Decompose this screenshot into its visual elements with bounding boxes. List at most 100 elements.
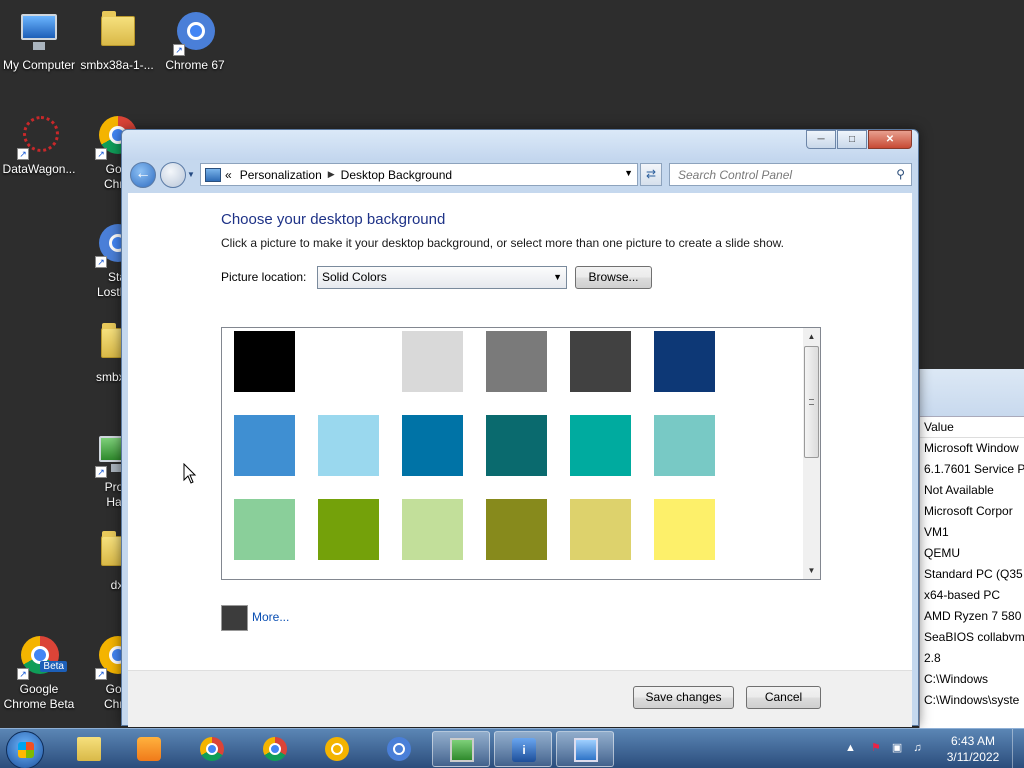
more-colors-link[interactable]: More... — [252, 610, 289, 624]
refresh-button[interactable]: ⇄ — [640, 163, 662, 186]
show-hidden-icons-icon[interactable]: ▲ — [845, 742, 856, 754]
picture-location-select[interactable]: Solid Colors ▼ — [317, 266, 567, 289]
taskbar-chrome[interactable] — [183, 731, 241, 767]
color-swatch[interactable] — [402, 331, 463, 392]
desktop-icon-chrome-beta[interactable]: Beta ↗ Google Chrome Beta — [0, 630, 79, 712]
desktop-icon-label: DataWagon... — [2, 162, 76, 176]
list-item[interactable]: Not Available — [920, 480, 1024, 501]
title-bar[interactable]: ─ □ ✕ — [122, 130, 918, 160]
color-swatch[interactable] — [318, 415, 379, 476]
color-gallery[interactable]: ▲ ▼ — [221, 327, 821, 580]
beta-badge: Beta — [40, 661, 67, 672]
taskbar-system-info[interactable]: i — [494, 731, 552, 767]
taskbar-control-panel[interactable] — [556, 731, 614, 767]
color-swatch[interactable] — [570, 331, 631, 392]
color-swatch[interactable] — [318, 499, 379, 560]
color-swatch[interactable] — [234, 415, 295, 476]
browse-button[interactable]: Browse... — [575, 266, 652, 289]
list-item[interactable]: VM1 — [920, 522, 1024, 543]
recent-pages-dropdown[interactable]: ▼ — [187, 170, 195, 179]
clock-time: 6:43 AM — [950, 734, 996, 748]
address-dropdown-icon[interactable]: ▼ — [624, 168, 633, 178]
clock[interactable]: 6:43 AM 3/11/2022 — [940, 733, 1006, 765]
forward-button[interactable] — [160, 162, 186, 188]
save-changes-button[interactable]: Save changes — [633, 686, 734, 709]
system-tray: ▲ ⚑ ▣ ♫ — [845, 741, 922, 754]
show-desktop-button[interactable] — [1012, 729, 1024, 768]
desktop-icon-label: Chrome 67 — [165, 58, 225, 72]
list-item[interactable]: 6.1.7601 Service P — [920, 459, 1024, 480]
control-panel-icon — [205, 167, 221, 182]
color-swatch[interactable] — [486, 331, 547, 392]
picture-location-value: Solid Colors — [322, 270, 387, 284]
color-swatch[interactable] — [570, 415, 631, 476]
list-item[interactable]: AMD Ryzen 7 580 — [920, 606, 1024, 627]
color-swatch[interactable] — [486, 499, 547, 560]
gallery-scrollbar[interactable]: ▲ ▼ — [803, 328, 820, 579]
taskbar-explorer[interactable] — [60, 731, 118, 767]
taskbar-media-player[interactable] — [120, 731, 178, 767]
volume-icon[interactable]: ♫ — [913, 742, 921, 754]
taskbar-chrome-beta[interactable] — [246, 731, 304, 767]
action-center-icon[interactable]: ⚑ — [871, 742, 881, 754]
color-swatch[interactable] — [402, 499, 463, 560]
search-icon[interactable]: ⚲ — [896, 167, 905, 181]
list-item[interactable]: 2.8 — [920, 648, 1024, 669]
scroll-down-icon[interactable]: ▼ — [803, 562, 820, 579]
dialog-footer: Save changes Cancel — [128, 670, 912, 727]
color-swatch[interactable] — [654, 499, 715, 560]
color-swatch[interactable] — [402, 415, 463, 476]
scroll-up-icon[interactable]: ▲ — [803, 328, 820, 345]
process-hacker-icon — [450, 738, 474, 762]
desktop-icon-chrome-67[interactable]: ↗ Chrome 67 — [155, 6, 235, 73]
back-button[interactable]: ← — [130, 162, 156, 188]
list-item[interactable]: Microsoft Corpor — [920, 501, 1024, 522]
network-icon[interactable]: ▣ — [892, 742, 902, 754]
color-swatch[interactable] — [234, 331, 295, 392]
taskbar-chrome-canary[interactable] — [308, 731, 366, 767]
more-colors-swatch[interactable] — [221, 605, 248, 631]
list-item[interactable]: Microsoft Window — [920, 438, 1024, 459]
scroll-thumb[interactable] — [804, 346, 819, 458]
chrome-beta-icon — [263, 737, 287, 761]
shortcut-arrow-icon: ↗ — [17, 668, 29, 680]
maximize-button[interactable]: □ — [837, 130, 867, 149]
content-pane: Choose your desktop background Click a p… — [128, 193, 912, 727]
info-icon: i — [512, 738, 536, 762]
desktop-icon-datawagon[interactable]: ↗ DataWagon... — [0, 110, 79, 177]
color-swatch[interactable] — [486, 415, 547, 476]
shortcut-arrow-icon: ↗ — [173, 44, 185, 56]
taskbar-chromium[interactable] — [370, 731, 428, 767]
value-column-header[interactable]: Value — [920, 417, 1024, 438]
desktop-icon-my-computer[interactable]: My Computer — [0, 6, 79, 73]
breadcrumb-separator-icon[interactable]: ▶ — [328, 169, 335, 180]
chromium-icon — [387, 737, 411, 761]
list-item[interactable]: x64-based PC — [920, 585, 1024, 606]
cancel-button[interactable]: Cancel — [746, 686, 821, 709]
desktop-icon-label: Google Chrome Beta — [3, 682, 75, 711]
color-swatch[interactable] — [654, 331, 715, 392]
color-swatch[interactable] — [318, 331, 379, 392]
breadcrumb-desktop-background[interactable]: Desktop Background — [341, 168, 452, 182]
taskbar-process-hacker[interactable] — [432, 731, 490, 767]
start-button[interactable] — [6, 731, 44, 768]
system-info-toolbar — [920, 369, 1024, 417]
page-description: Click a picture to make it your desktop … — [221, 236, 784, 250]
breadcrumb-personalization[interactable]: Personalization — [240, 168, 322, 182]
list-item[interactable]: C:\Windows — [920, 669, 1024, 690]
list-item[interactable]: SeaBIOS collabvm — [920, 627, 1024, 648]
color-swatch[interactable] — [654, 415, 715, 476]
color-swatch[interactable] — [234, 499, 295, 560]
list-item[interactable]: C:\Windows\syste — [920, 690, 1024, 711]
address-bar[interactable]: « Personalization ▶ Desktop Background ▼ — [200, 163, 638, 186]
desktop-icon-smbx-folder[interactable]: smbx38a-1-... — [77, 6, 157, 73]
breadcrumb-overflow[interactable]: « — [225, 168, 232, 182]
search-input[interactable]: Search Control Panel ⚲ — [669, 163, 912, 186]
list-item[interactable]: Standard PC (Q35 — [920, 564, 1024, 585]
minimize-button[interactable]: ─ — [806, 130, 836, 149]
list-item[interactable]: QEMU — [920, 543, 1024, 564]
datawagon-icon — [23, 116, 59, 152]
folder-icon — [77, 737, 101, 761]
color-swatch[interactable] — [570, 499, 631, 560]
close-button[interactable]: ✕ — [868, 130, 912, 149]
